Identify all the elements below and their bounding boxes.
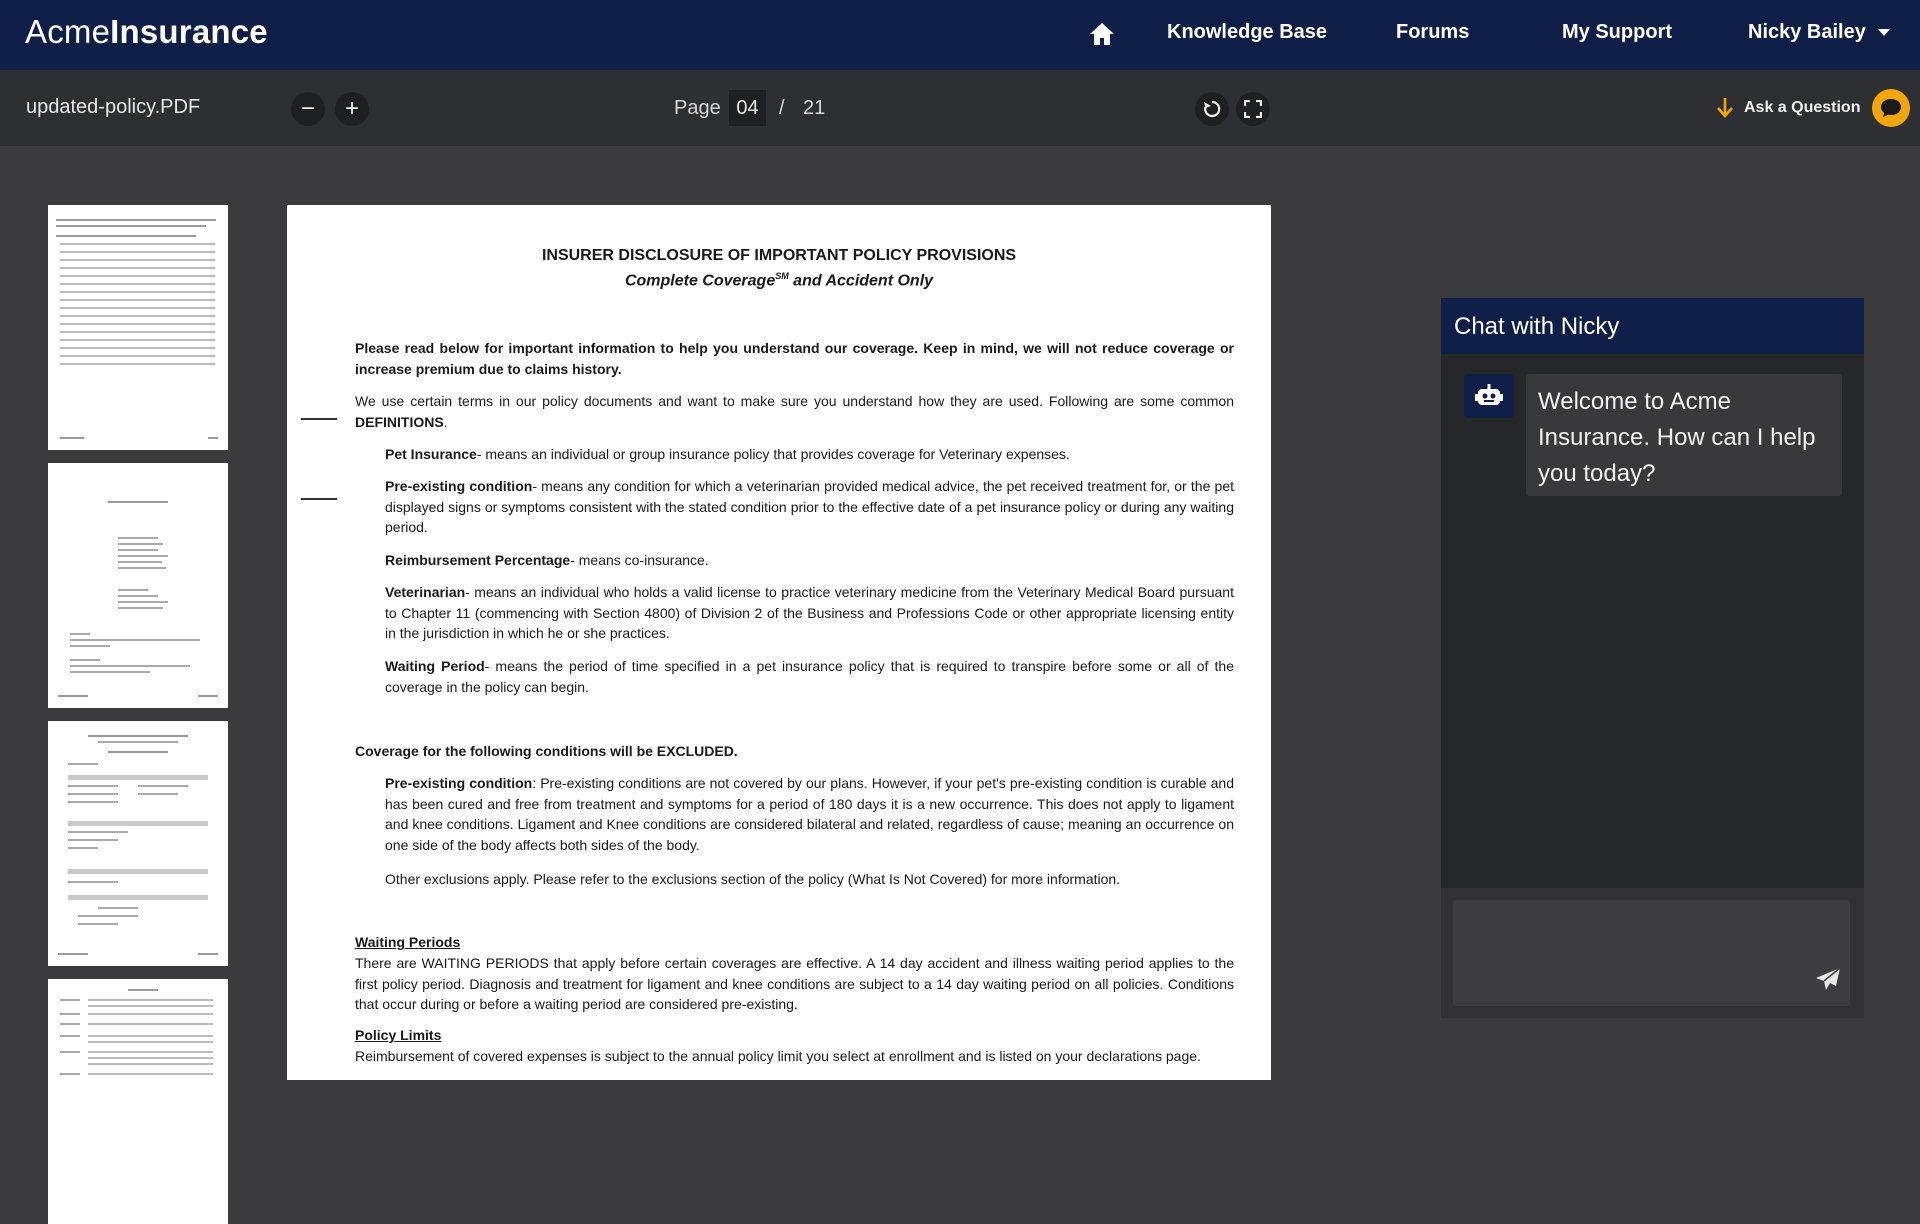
page-total: 21	[803, 97, 826, 119]
user-menu[interactable]: Nicky Bailey	[1748, 21, 1890, 44]
pdf-page: INSURER DISCLOSURE OF IMPORTANT POLICY P…	[287, 205, 1271, 1080]
user-name: Nicky Bailey	[1748, 21, 1866, 43]
page-label: Page	[674, 97, 721, 119]
zoom-in-button[interactable]: +	[335, 92, 369, 126]
ask-a-question-label: Ask a Question	[1744, 99, 1861, 116]
fullscreen-icon	[1244, 100, 1262, 118]
margin-mark	[301, 498, 337, 500]
chat-message-input[interactable]	[1453, 900, 1850, 1006]
page-thumbnail-3[interactable]	[48, 721, 228, 966]
policy-limits-heading: Policy Limits	[355, 1027, 442, 1043]
definition-pet-insurance: Pet Insurance- means an individual or gr…	[385, 446, 1070, 462]
acme-insurance-logo[interactable]: AcmeInsurance	[25, 13, 268, 51]
nav-my-support[interactable]: My Support	[1562, 21, 1672, 44]
chat-header: Chat with Nicky	[1441, 298, 1864, 354]
home-icon[interactable]	[1089, 21, 1115, 47]
page-thumbnail-2[interactable]	[48, 463, 228, 708]
definitions-intro: We use certain terms in our policy docum…	[355, 393, 1234, 430]
nav-forums[interactable]: Forums	[1396, 21, 1469, 44]
chat-title: Chat with Nicky	[1454, 313, 1620, 340]
robot-icon	[1464, 374, 1514, 418]
download-arrow-icon	[1717, 98, 1733, 118]
definition-pre-existing: Pre-existing condition- means any condit…	[385, 478, 1234, 535]
waiting-periods-heading: Waiting Periods	[355, 934, 461, 950]
chat-input-area	[1441, 888, 1864, 1018]
excluded-heading: Coverage for the following conditions wi…	[355, 743, 738, 759]
zoom-in-icon: +	[344, 95, 359, 122]
zoom-out-button[interactable]: −	[291, 92, 325, 126]
definition-reimbursement: Reimbursement Percentage- means co-insur…	[385, 552, 709, 568]
margin-mark	[301, 418, 337, 420]
document-title: INSURER DISCLOSURE OF IMPORTANT POLICY P…	[541, 247, 1017, 264]
definition-veterinarian: Veterinarian- means an individual who ho…	[385, 584, 1234, 641]
definition-waiting-period: Waiting Period- means the period of time…	[385, 658, 1234, 695]
send-button[interactable]	[1815, 967, 1841, 991]
rotate-button[interactable]	[1195, 92, 1229, 126]
caret-down-icon	[1877, 29, 1890, 37]
page-separator: /	[779, 97, 785, 119]
page-thumbnail-1[interactable]	[48, 205, 228, 450]
zoom-out-icon: −	[300, 95, 315, 122]
other-exclusions: Other exclusions apply. Please refer to …	[385, 871, 1121, 887]
excluded-pre-existing: Pre-existing condition: Pre-existing con…	[385, 775, 1235, 853]
send-icon	[1816, 967, 1841, 990]
bot-message: Welcome to Acme Insurance. How can I hel…	[1526, 374, 1842, 496]
ask-a-question-button[interactable]: Ask a Question	[1716, 88, 1911, 128]
chat-bubble-icon	[1872, 89, 1911, 127]
page-thumbnail-4[interactable]	[48, 979, 228, 1224]
pdf-toolbar: updated-policy.PDF − + Page / 21 Ask a Q…	[0, 70, 1920, 146]
intro-paragraph: Please read below for important informat…	[355, 340, 1234, 377]
page-number-input[interactable]	[729, 90, 766, 126]
document-subtitle: Complete CoverageSM and Accident Only	[624, 271, 934, 290]
fullscreen-button[interactable]	[1236, 92, 1270, 126]
document-filename: updated-policy.PDF	[26, 96, 201, 118]
nav-knowledge-base[interactable]: Knowledge Base	[1167, 21, 1327, 44]
chat-panel: Chat with Nicky Welcome to Acme Insuranc…	[1441, 298, 1864, 1018]
rotate-icon	[1204, 100, 1221, 118]
top-navigation: AcmeInsurance Knowledge Base Forums My S…	[0, 0, 1920, 70]
waiting-periods-text: There are WAITING PERIODS that apply bef…	[355, 955, 1234, 1012]
policy-limits-text: Reimbursement of covered expenses is sub…	[355, 1048, 1201, 1064]
